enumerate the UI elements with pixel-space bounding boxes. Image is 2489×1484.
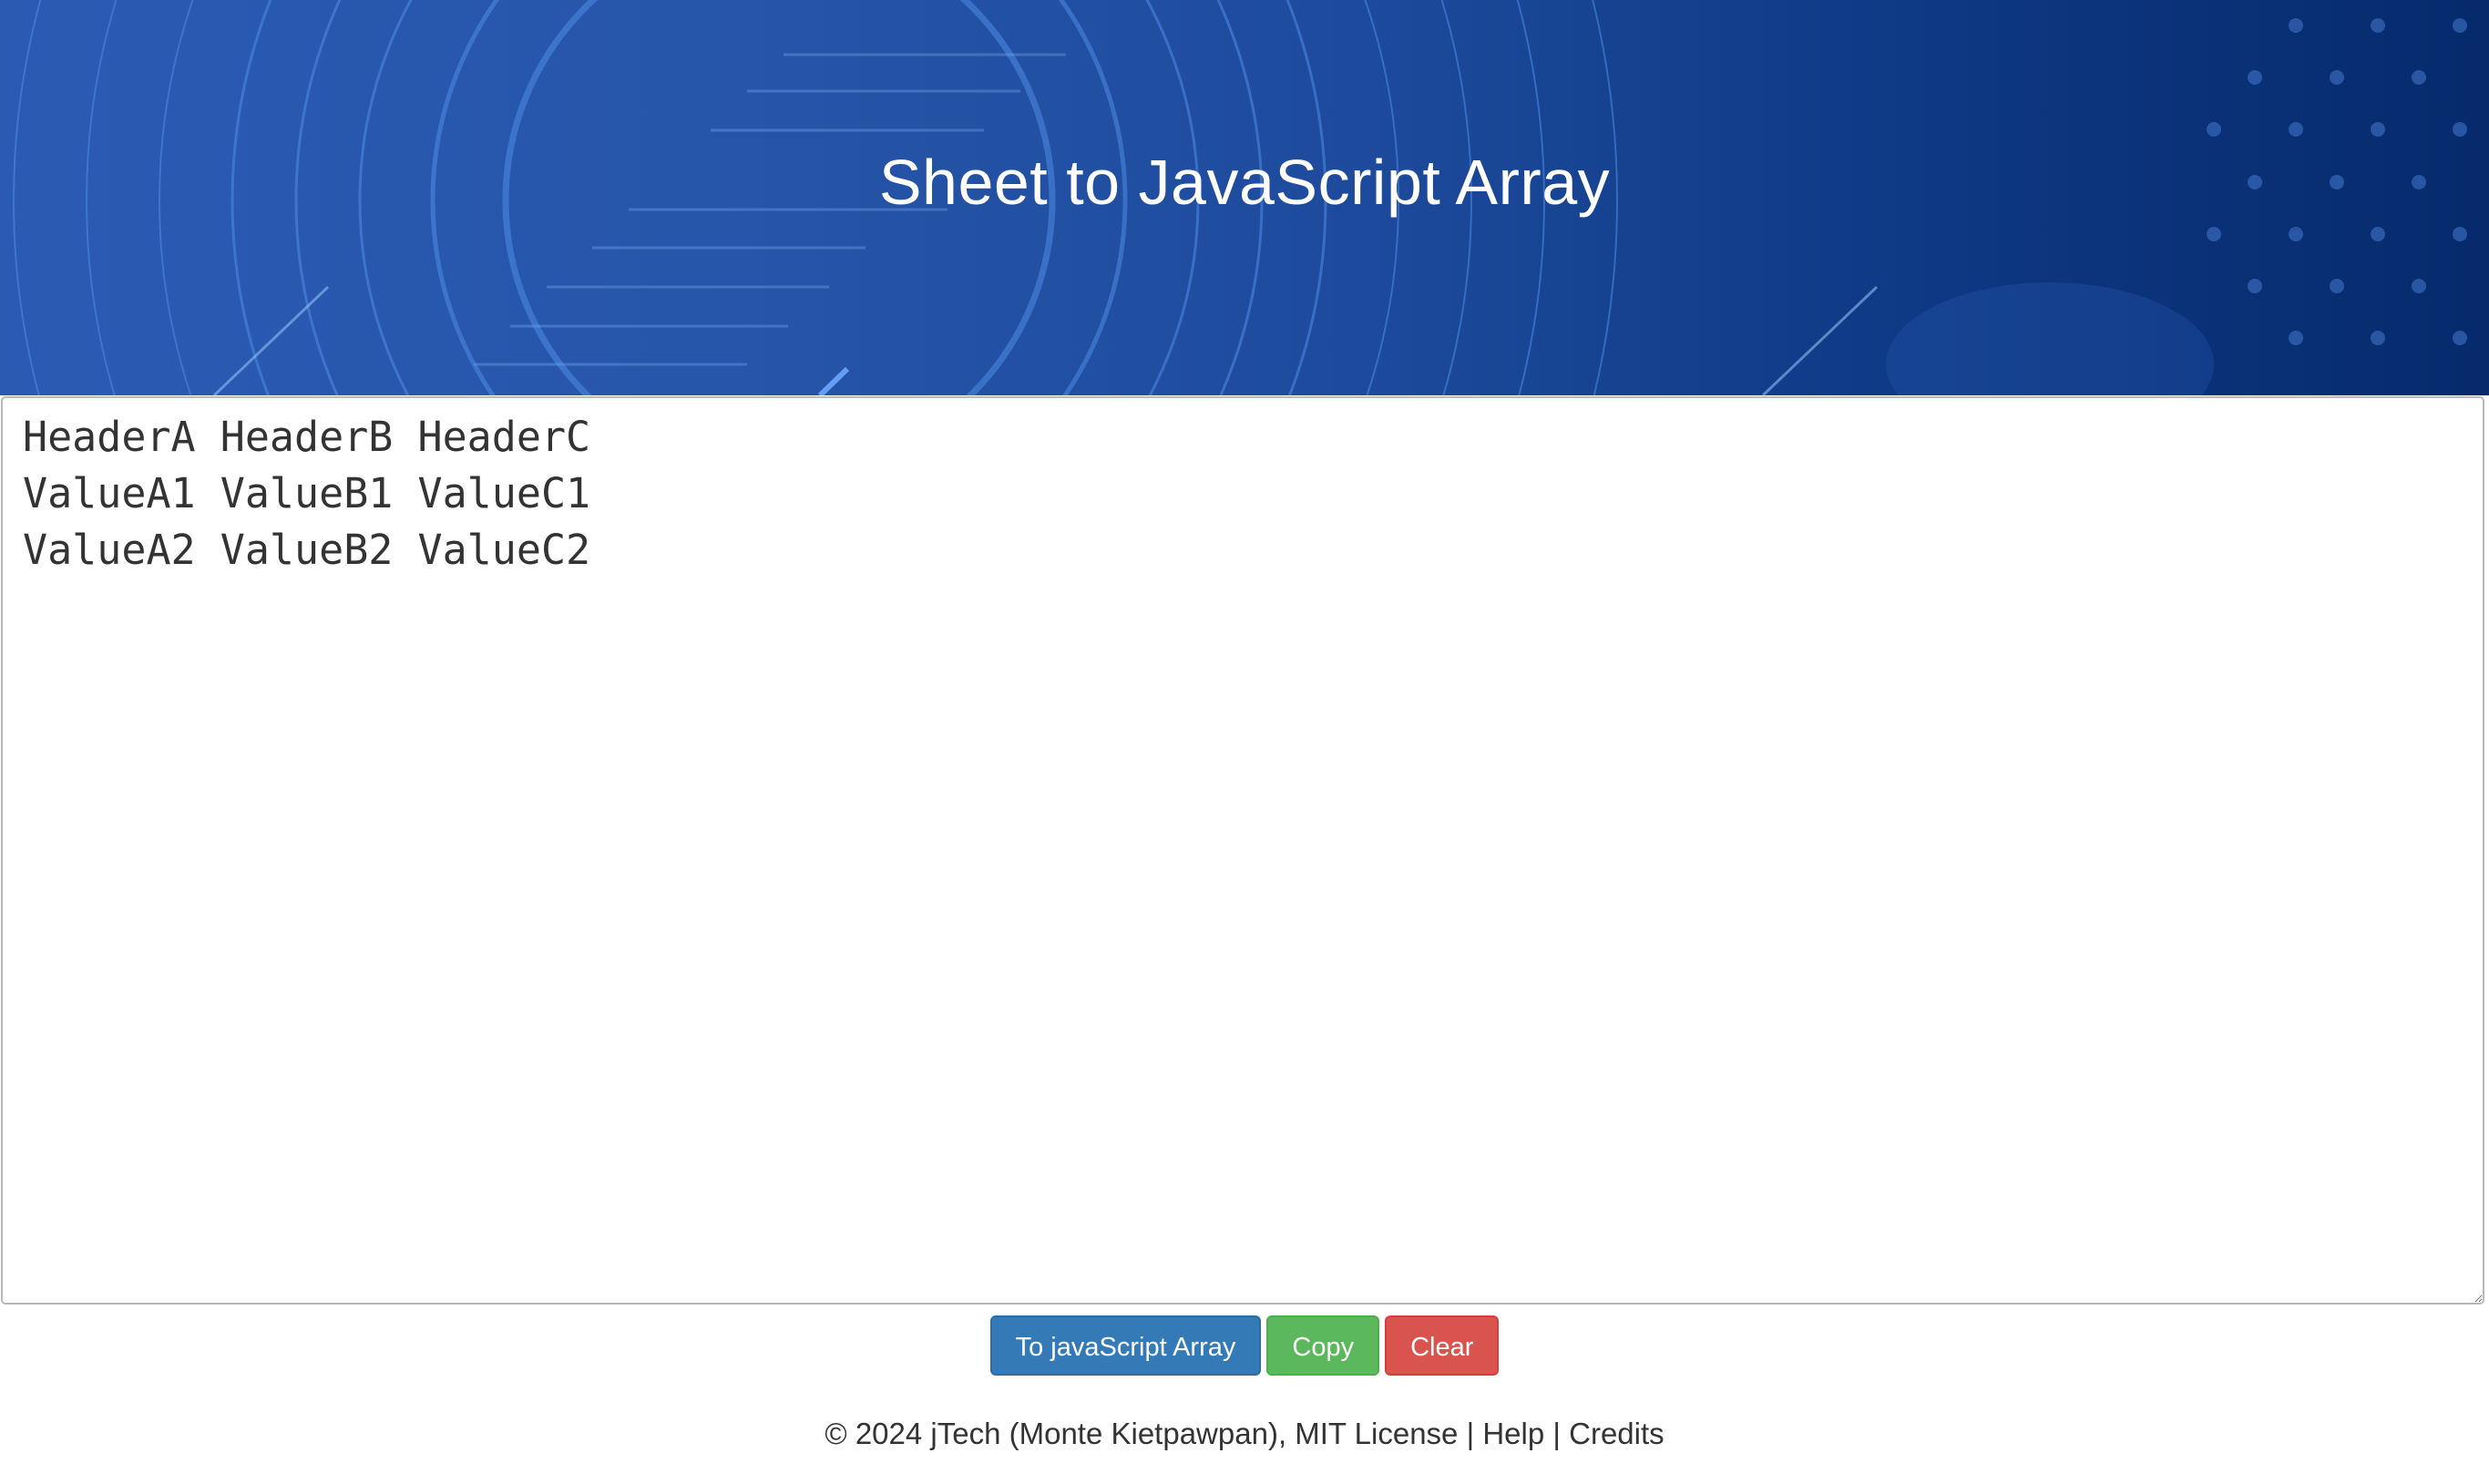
copy-button[interactable]: Copy [1266, 1315, 1380, 1376]
footer-separator: | [1552, 1417, 1561, 1450]
footer: © 2024 jTech (Monte Kietpawpan), MIT Lic… [0, 1417, 2489, 1451]
footer-separator: | [1466, 1417, 1475, 1450]
help-link[interactable]: Help [1482, 1417, 1544, 1450]
page-title: Sheet to JavaScript Array [878, 147, 1611, 218]
to-javascript-array-button[interactable]: To javaScript Array [989, 1315, 1262, 1376]
sheet-input[interactable]: HeaderA HeaderB HeaderC ValueA1 ValueB1 … [1, 396, 2484, 1305]
header-banner: Sheet to JavaScript Array [0, 0, 2489, 395]
clear-button[interactable]: Clear [1385, 1315, 1500, 1376]
action-toolbar: To javaScript Array Copy Clear [0, 1315, 2489, 1376]
copyright-text: © 2024 jTech (Monte Kietpawpan), MIT Lic… [825, 1417, 1459, 1450]
credits-link[interactable]: Credits [1569, 1417, 1664, 1450]
